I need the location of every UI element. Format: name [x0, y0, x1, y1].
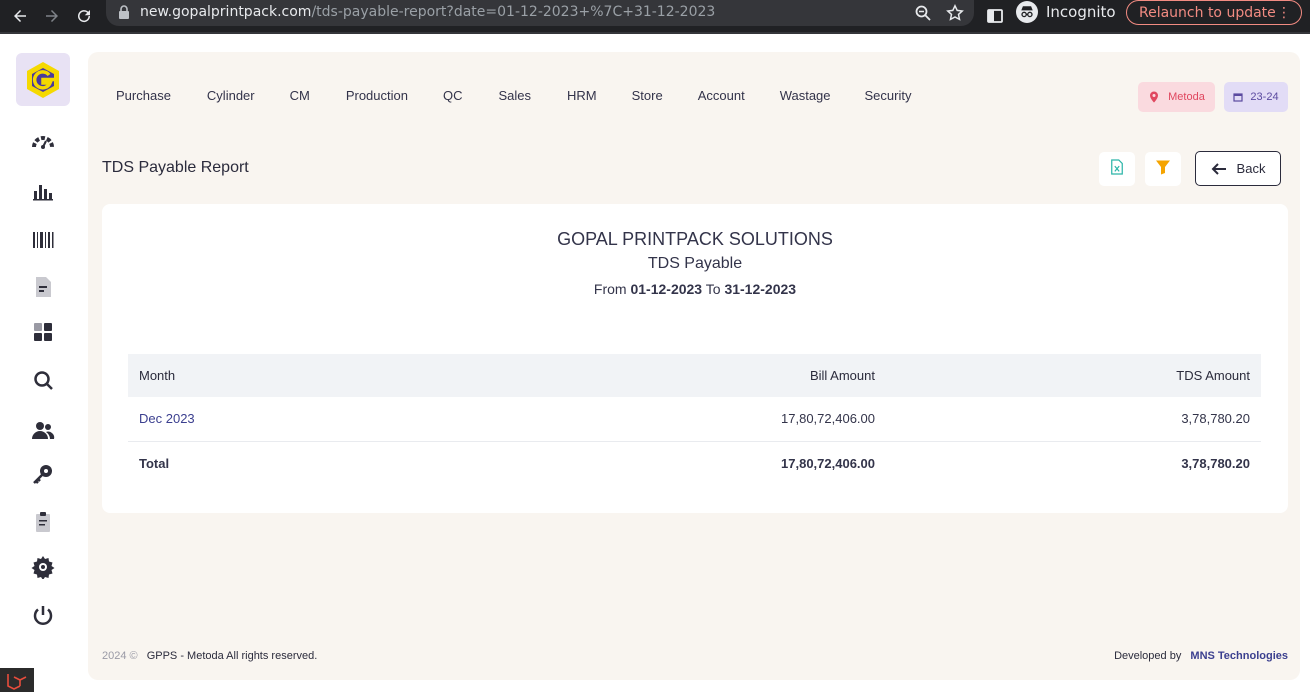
back-arrow-icon[interactable]	[7, 3, 33, 29]
month-cell: Dec 2023	[128, 397, 478, 442]
forward-arrow-icon[interactable]	[39, 3, 65, 29]
incognito-icon	[1016, 1, 1038, 23]
nav-store[interactable]: Store	[632, 88, 663, 103]
total-row: Total 17,80,72,406.00 3,78,780.20	[128, 441, 1261, 485]
nav-wastage[interactable]: Wastage	[780, 88, 831, 103]
filter-icon	[1155, 159, 1171, 180]
nav-account[interactable]: Account	[698, 88, 745, 103]
widgets-icon[interactable]	[31, 320, 55, 344]
incognito-indicator[interactable]: Incognito	[1016, 1, 1116, 23]
footer-text: GPPS - Metoda All rights reserved.	[146, 650, 318, 662]
tds-amount-cell: 3,78,780.20	[886, 397, 1261, 442]
incognito-label: Incognito	[1046, 3, 1116, 21]
power-icon[interactable]	[31, 604, 55, 628]
debug-bar-logo[interactable]	[0, 668, 34, 692]
bookmark-star-icon[interactable]	[946, 4, 964, 22]
url-text: new.gopalprintpack.com/tds-payable-repor…	[140, 4, 716, 20]
sidebar	[0, 34, 88, 692]
to-date: 31-12-2023	[724, 281, 797, 297]
side-panel-icon[interactable]	[982, 3, 1008, 29]
clipboard-icon[interactable]	[31, 510, 55, 534]
total-bill-amount: 17,80,72,406.00	[781, 455, 875, 471]
to-label: To	[705, 281, 721, 297]
excel-file-icon	[1110, 158, 1124, 180]
branch-label: Metoda	[1168, 91, 1205, 103]
relaunch-label: Relaunch to update	[1139, 4, 1276, 21]
page-title: TDS Payable Report	[102, 159, 249, 176]
footer-year: 2024 ©	[102, 650, 138, 662]
gear-icon[interactable]	[31, 555, 55, 579]
more-menu-icon[interactable]: ⋮	[1277, 5, 1291, 21]
key-icon[interactable]	[31, 462, 55, 486]
month-link[interactable]: Dec 2023	[139, 411, 195, 426]
nav-security[interactable]: Security	[865, 88, 912, 103]
column-month: Month	[128, 354, 478, 397]
nav-sales[interactable]: Sales	[498, 88, 531, 103]
barcode-icon[interactable]	[31, 228, 55, 252]
users-icon[interactable]	[31, 418, 55, 442]
branch-badge[interactable]: Metoda	[1138, 82, 1215, 112]
lock-icon	[118, 5, 130, 20]
from-date: 01-12-2023	[630, 281, 703, 297]
dashboard-gauge-icon[interactable]	[31, 130, 55, 154]
filter-button[interactable]	[1145, 152, 1181, 186]
search-icon[interactable]	[31, 368, 55, 392]
arrow-left-icon	[1211, 162, 1226, 175]
address-bar[interactable]: new.gopalprintpack.com/tds-payable-repor…	[106, 0, 974, 26]
developed-by-label: Developed by	[1114, 650, 1182, 662]
document-icon[interactable]	[31, 275, 55, 299]
back-label: Back	[1236, 161, 1266, 176]
export-excel-button[interactable]	[1099, 152, 1135, 186]
nav-qc[interactable]: QC	[443, 88, 463, 103]
footer-copyright: 2024 © GPPS - Metoda All rights reserved…	[102, 650, 317, 662]
nav-production[interactable]: Production	[346, 88, 408, 103]
nav-cylinder[interactable]: Cylinder	[207, 88, 255, 103]
financial-year-badge[interactable]: 23-24	[1224, 82, 1288, 112]
browser-divider	[0, 32, 1310, 34]
reload-icon[interactable]	[71, 3, 97, 29]
total-tds-amount: 3,78,780.20	[1181, 455, 1250, 471]
from-label: From	[593, 281, 627, 297]
report-period: From 01-12-2023 To 31-12-2023	[102, 281, 1288, 297]
report-name: TDS Payable	[647, 255, 743, 272]
bar-chart-icon[interactable]	[31, 179, 55, 203]
report-card: GOPAL PRINTPACK SOLUTIONS TDS Payable Fr…	[102, 204, 1288, 513]
nav-hrm[interactable]: HRM	[567, 88, 597, 103]
tds-table: Month Bill Amount TDS Amount Dec 2023 17…	[128, 354, 1261, 485]
back-button[interactable]: Back	[1195, 151, 1281, 186]
top-navigation: Purchase Cylinder CM Production QC Sales…	[116, 88, 911, 103]
nav-cm[interactable]: CM	[290, 88, 310, 103]
total-label: Total	[139, 455, 170, 471]
column-tds-amount: TDS Amount	[886, 354, 1261, 397]
company-name: GOPAL PRINTPACK SOLUTIONS	[557, 229, 833, 249]
table-header-row: Month Bill Amount TDS Amount	[128, 354, 1261, 397]
table-row: Dec 2023 17,80,72,406.00 3,78,780.20	[128, 397, 1261, 442]
browser-toolbar: new.gopalprintpack.com/tds-payable-repor…	[0, 0, 1310, 32]
column-bill-amount: Bill Amount	[478, 354, 886, 397]
relaunch-button[interactable]: Relaunch to update ⋮	[1126, 0, 1302, 25]
main-panel: Purchase Cylinder CM Production QC Sales…	[88, 52, 1300, 680]
bill-amount-cell: 17,80,72,406.00	[478, 397, 886, 442]
gpps-logo[interactable]	[16, 53, 70, 106]
nav-purchase[interactable]: Purchase	[116, 88, 171, 103]
zoom-icon[interactable]	[914, 4, 932, 22]
developer-link[interactable]: MNS Technologies	[1190, 650, 1288, 662]
calendar-icon	[1233, 92, 1244, 102]
footer-credit: Developed by MNS Technologies	[1114, 650, 1288, 662]
location-pin-icon	[1148, 91, 1160, 103]
year-label: 23-24	[1250, 91, 1279, 103]
